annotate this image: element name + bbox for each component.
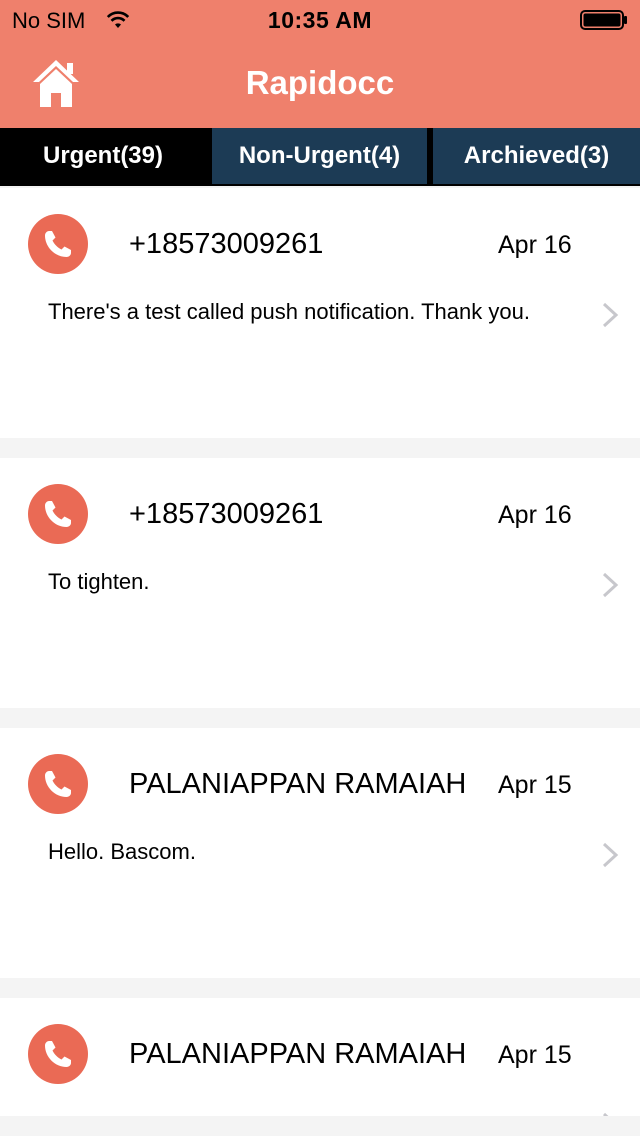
message-card[interactable]: +18573009261 Apr 16 To tighten. [0, 458, 640, 708]
caller-name: PALANIAPPAN RAMAIAH [129, 768, 467, 800]
message-date: Apr 15 [498, 771, 572, 799]
battery-icon [580, 10, 627, 30]
message-date: Apr 15 [498, 1041, 572, 1069]
app-header: No SIM 10:35 AM Rapidocc [0, 0, 640, 128]
message-card[interactable]: +18573009261 Apr 16 There's a test calle… [0, 188, 640, 438]
status-time: 10:35 AM [267, 7, 373, 33]
message-card[interactable]: PALANIAPPAN RAMAIAH Apr 15 Hello. Bascom… [0, 728, 640, 978]
phone-icon [28, 214, 88, 274]
message-text: Hello. Bascom. [48, 839, 196, 864]
message-card[interactable]: PALANIAPPAN RAMAIAH Apr 15 [0, 998, 640, 1116]
message-text: There's a test called push notification.… [48, 299, 530, 324]
tab-urgent[interactable]: Urgent(39) [0, 128, 206, 184]
phone-icon [28, 754, 88, 814]
phone-icon [28, 1024, 88, 1084]
caller-name: +18573009261 [129, 228, 324, 260]
caller-name: PALANIAPPAN RAMAIAH [129, 1038, 467, 1070]
tab-archieved[interactable]: Archieved(3) [433, 128, 640, 184]
chevron-right-icon [602, 842, 619, 868]
message-text: To tighten. [48, 569, 150, 594]
list-footer [0, 1116, 640, 1136]
message-date: Apr 16 [498, 231, 572, 259]
caller-name: +18573009261 [129, 498, 324, 530]
status-bar: No SIM 10:35 AM [0, 0, 640, 40]
app-title: Rapidocc [245, 64, 395, 101]
tab-bar: Urgent(39) Non-Urgent(4) Archieved(3) [0, 128, 640, 186]
chevron-right-icon [602, 302, 619, 328]
chevron-right-icon [602, 572, 619, 598]
phone-icon [28, 484, 88, 544]
message-date: Apr 16 [498, 501, 572, 529]
tab-non-urgent[interactable]: Non-Urgent(4) [212, 128, 427, 184]
